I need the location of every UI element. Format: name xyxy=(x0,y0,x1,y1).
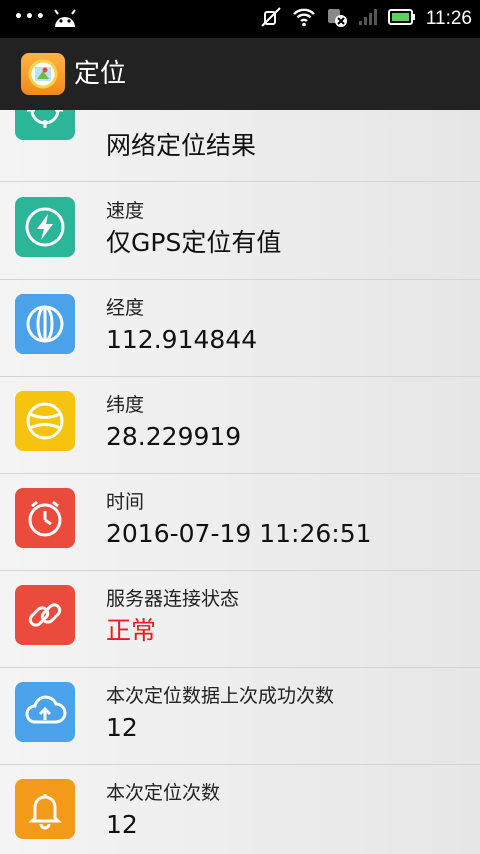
list-item-last-success-count[interactable]: 本次定位数据上次成功次数 12 xyxy=(0,667,480,765)
wifi-icon xyxy=(292,7,316,31)
signal-icon xyxy=(358,8,378,30)
cloud-upload-icon xyxy=(15,682,75,742)
page-title: 定位 xyxy=(74,59,127,89)
last-success-count-value: 12 xyxy=(106,713,138,742)
stopwatch-icon xyxy=(15,488,75,548)
server-status-label: 服务器连接状态 xyxy=(106,588,240,610)
app-bar: 定位 xyxy=(0,38,480,110)
server-status-value: 正常 xyxy=(106,616,157,645)
info-list: 网络定位结果 速度 仅GPS定位有值 经度 112.914844 纬度 28.2… xyxy=(0,110,480,854)
more-dots-icon: ••• xyxy=(14,9,47,25)
android-icon xyxy=(52,9,78,33)
longitude-label: 经度 xyxy=(106,297,145,319)
globe-latitude-icon xyxy=(15,391,75,451)
locate-count-label: 本次定位次数 xyxy=(106,782,221,804)
bell-icon xyxy=(15,779,75,839)
list-item-time[interactable]: 时间 2016-07-19 11:26:51 xyxy=(0,473,480,571)
status-bar: ••• 11:26 xyxy=(0,0,480,38)
speed-value: 仅GPS定位有值 xyxy=(106,228,282,257)
link-icon xyxy=(15,585,75,645)
status-time: 11:26 xyxy=(425,8,472,29)
list-item-speed[interactable]: 速度 仅GPS定位有值 xyxy=(0,182,480,280)
locate-count-value: 12 xyxy=(106,810,138,839)
last-success-count-label: 本次定位数据上次成功次数 xyxy=(106,685,335,707)
time-value: 2016-07-19 11:26:51 xyxy=(106,519,372,548)
list-item-network-result[interactable]: 网络定位结果 xyxy=(0,110,480,182)
time-label: 时间 xyxy=(106,491,145,513)
latitude-value: 28.229919 xyxy=(106,422,242,451)
speed-label: 速度 xyxy=(106,200,145,222)
list-item-server-status[interactable]: 服务器连接状态 正常 xyxy=(0,570,480,668)
lightning-icon xyxy=(15,197,75,257)
app-logo-icon[interactable] xyxy=(21,53,65,95)
list-item-locate-count[interactable]: 本次定位次数 12 xyxy=(0,764,480,854)
network-result-value: 网络定位结果 xyxy=(106,131,257,160)
target-icon xyxy=(15,110,75,140)
globe-longitude-icon xyxy=(15,294,75,354)
latitude-label: 纬度 xyxy=(106,394,145,416)
list-item-latitude[interactable]: 纬度 28.229919 xyxy=(0,376,480,474)
sim-error-icon xyxy=(326,6,348,32)
longitude-value: 112.914844 xyxy=(106,325,258,354)
mute-icon xyxy=(260,6,282,32)
list-item-longitude[interactable]: 经度 112.914844 xyxy=(0,279,480,377)
battery-icon xyxy=(387,9,416,29)
